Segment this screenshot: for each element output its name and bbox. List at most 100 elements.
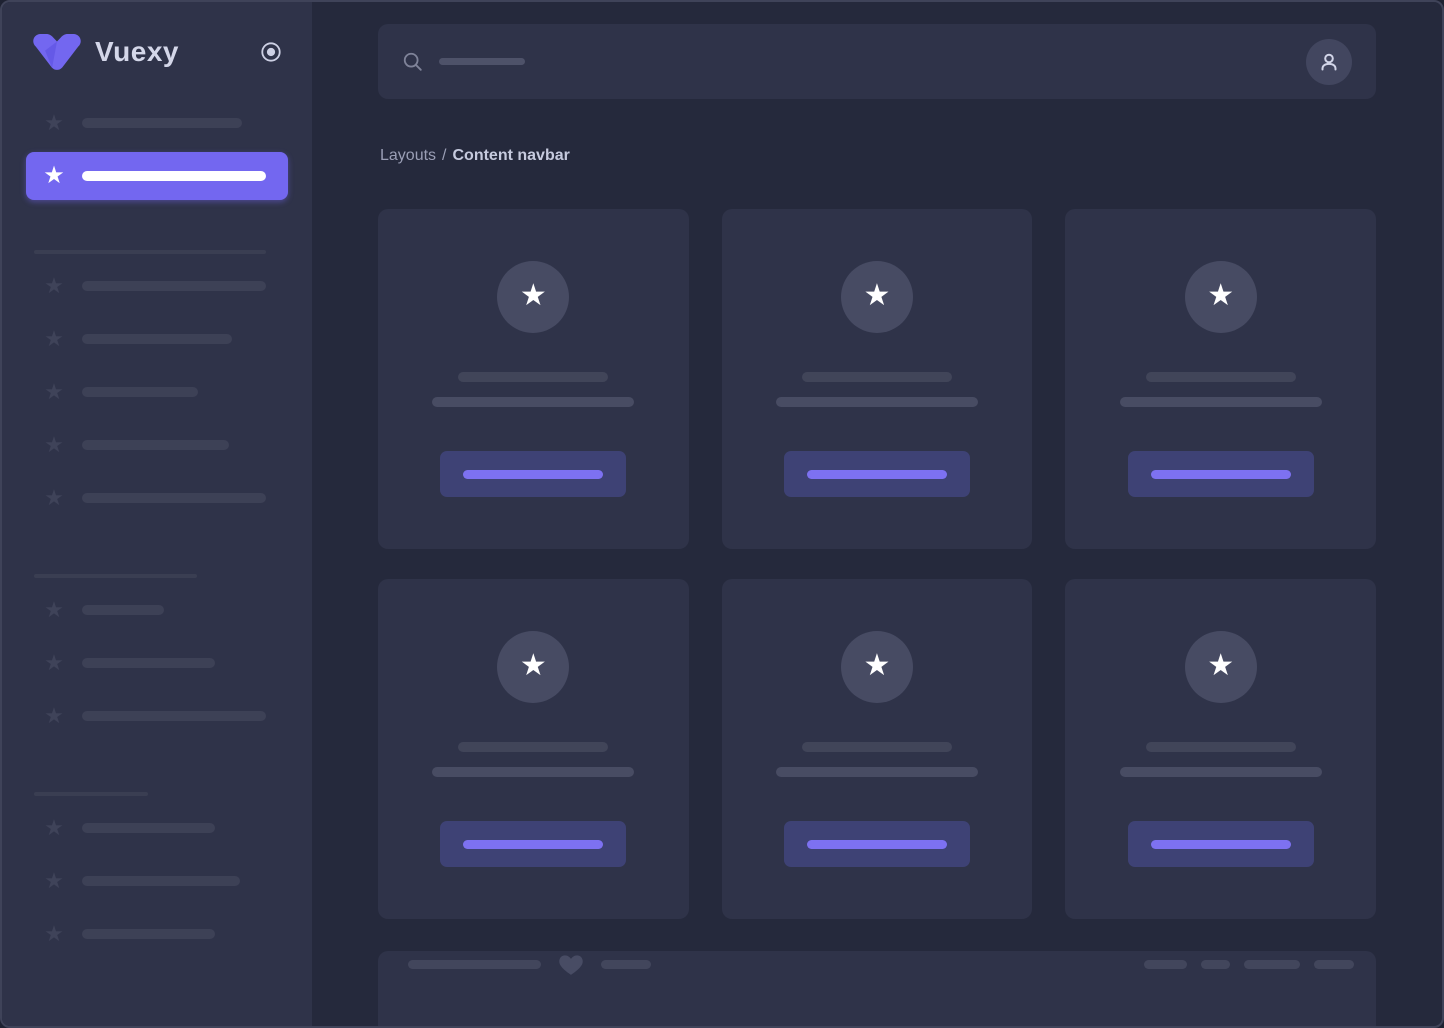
star-card: ★ bbox=[722, 209, 1033, 549]
sidebar-menu-item[interactable]: ★ bbox=[26, 431, 288, 459]
card-button-label-bar bbox=[1151, 470, 1291, 479]
star-icon: ★ bbox=[42, 705, 66, 727]
sidebar-menu-item[interactable]: ★ bbox=[26, 109, 288, 137]
footer-placeholder-bar bbox=[601, 960, 651, 969]
menu-group: ★ ★ ★ ★ ★ bbox=[26, 250, 288, 512]
sidebar-menu-item[interactable]: ★ bbox=[26, 596, 288, 624]
card-button-label-bar bbox=[807, 840, 947, 849]
menu-group: ★ ★ ★ bbox=[26, 574, 288, 730]
star-icon: ★ bbox=[520, 651, 547, 684]
app-window: Vuexy ★ ★ ★ ★ ★ ★ ★ ★ ★ ★ ★ ★ ★ bbox=[0, 0, 1444, 1028]
breadcrumb-parent[interactable]: Layouts bbox=[380, 147, 436, 164]
card-button[interactable] bbox=[1128, 451, 1314, 497]
sidebar-header: Vuexy bbox=[2, 2, 312, 102]
card-button[interactable] bbox=[784, 821, 970, 867]
top-navbar bbox=[378, 24, 1376, 99]
sidebar-menu-item[interactable]: ★ bbox=[26, 920, 288, 948]
card-button-label-bar bbox=[463, 470, 603, 479]
star-card: ★ bbox=[1065, 209, 1376, 549]
card-title-bar bbox=[458, 372, 608, 382]
heart-icon[interactable] bbox=[558, 952, 584, 976]
card-button-label-bar bbox=[463, 840, 603, 849]
star-icon: ★ bbox=[42, 112, 66, 134]
sidebar: Vuexy ★ ★ ★ ★ ★ ★ ★ ★ ★ ★ ★ ★ ★ bbox=[2, 2, 312, 1026]
footer-actions bbox=[1144, 960, 1354, 969]
card-title-bar bbox=[458, 742, 608, 752]
card-button[interactable] bbox=[1128, 821, 1314, 867]
sidebar-menu-item-active[interactable]: ★ bbox=[26, 152, 288, 200]
sidebar-menu-item[interactable]: ★ bbox=[26, 814, 288, 842]
card-subtitle-bar bbox=[432, 767, 634, 777]
card-subtitle-bar bbox=[1120, 767, 1322, 777]
star-icon: ★ bbox=[1207, 281, 1234, 314]
menu-item-label-bar bbox=[82, 876, 240, 886]
star-icon: ★ bbox=[864, 651, 891, 684]
brand-title: Vuexy bbox=[95, 36, 179, 68]
card-subtitle-bar bbox=[776, 397, 978, 407]
menu-item-label-bar bbox=[82, 334, 232, 344]
star-card: ★ bbox=[1065, 579, 1376, 919]
star-icon: ★ bbox=[520, 281, 547, 314]
menu-item-label-bar bbox=[82, 387, 198, 397]
main-content: Layouts/Content navbar ★ ★ ★ bbox=[312, 2, 1442, 1026]
sidebar-menu-item[interactable]: ★ bbox=[26, 702, 288, 730]
menu-item-label-bar bbox=[82, 605, 164, 615]
menu-item-label-bar bbox=[82, 658, 215, 668]
sidebar-menu-item[interactable]: ★ bbox=[26, 325, 288, 353]
vuexy-logo-icon bbox=[32, 33, 82, 71]
star-icon: ★ bbox=[42, 599, 66, 621]
sidebar-menu-item[interactable]: ★ bbox=[26, 649, 288, 677]
menu-group-header-bar bbox=[34, 250, 266, 254]
star-icon: ★ bbox=[42, 381, 66, 403]
search-icon[interactable] bbox=[402, 51, 424, 73]
sidebar-menu-item[interactable]: ★ bbox=[26, 378, 288, 406]
card-title-bar bbox=[802, 372, 952, 382]
footer-placeholder-bar bbox=[1201, 960, 1230, 969]
star-icon: ★ bbox=[42, 923, 66, 945]
star-card: ★ bbox=[378, 209, 689, 549]
footer-row bbox=[378, 951, 1376, 977]
cards-grid: ★ ★ ★ ★ bbox=[378, 209, 1376, 919]
menu-group: ★ ★ ★ bbox=[26, 792, 288, 948]
card-avatar-circle: ★ bbox=[497, 631, 569, 703]
breadcrumb: Layouts/Content navbar bbox=[380, 147, 1376, 165]
card-title-bar bbox=[802, 742, 952, 752]
footer-placeholder-bar bbox=[1314, 960, 1354, 969]
star-icon: ★ bbox=[1207, 651, 1234, 684]
star-icon: ★ bbox=[42, 164, 66, 188]
star-icon: ★ bbox=[42, 817, 66, 839]
sidebar-menu-item[interactable]: ★ bbox=[26, 867, 288, 895]
sidebar-menu: ★ ★ ★ ★ ★ ★ ★ ★ ★ ★ ★ ★ ★ bbox=[2, 109, 312, 948]
card-avatar-circle: ★ bbox=[1185, 631, 1257, 703]
star-icon: ★ bbox=[42, 275, 66, 297]
star-icon: ★ bbox=[42, 652, 66, 674]
menu-item-label-bar bbox=[82, 711, 266, 721]
search-input-placeholder[interactable] bbox=[439, 58, 525, 65]
card-button[interactable] bbox=[440, 821, 626, 867]
menu-group-header-bar bbox=[34, 792, 148, 796]
breadcrumb-current: Content navbar bbox=[453, 147, 570, 164]
star-card: ★ bbox=[722, 579, 1033, 919]
card-button-label-bar bbox=[807, 470, 947, 479]
card-button[interactable] bbox=[440, 451, 626, 497]
menu-item-label-bar bbox=[82, 929, 215, 939]
radio-circle-icon[interactable] bbox=[260, 41, 282, 63]
sidebar-menu-item[interactable]: ★ bbox=[26, 272, 288, 300]
card-subtitle-bar bbox=[1120, 397, 1322, 407]
card-button[interactable] bbox=[784, 451, 970, 497]
sidebar-menu-item[interactable]: ★ bbox=[26, 484, 288, 512]
card-button-label-bar bbox=[1151, 840, 1291, 849]
footer-placeholder-bar bbox=[1144, 960, 1187, 969]
card-title-bar bbox=[1146, 742, 1296, 752]
card-title-bar bbox=[1146, 372, 1296, 382]
star-card: ★ bbox=[378, 579, 689, 919]
user-avatar[interactable] bbox=[1306, 39, 1352, 85]
menu-item-label-bar bbox=[82, 118, 242, 128]
footer-placeholder-bar bbox=[408, 960, 541, 969]
menu-item-label-bar bbox=[82, 493, 266, 503]
menu-item-label-bar bbox=[82, 823, 215, 833]
menu-group-header-bar bbox=[34, 574, 197, 578]
menu-item-label-bar bbox=[82, 440, 229, 450]
card-avatar-circle: ★ bbox=[841, 261, 913, 333]
card-subtitle-bar bbox=[776, 767, 978, 777]
